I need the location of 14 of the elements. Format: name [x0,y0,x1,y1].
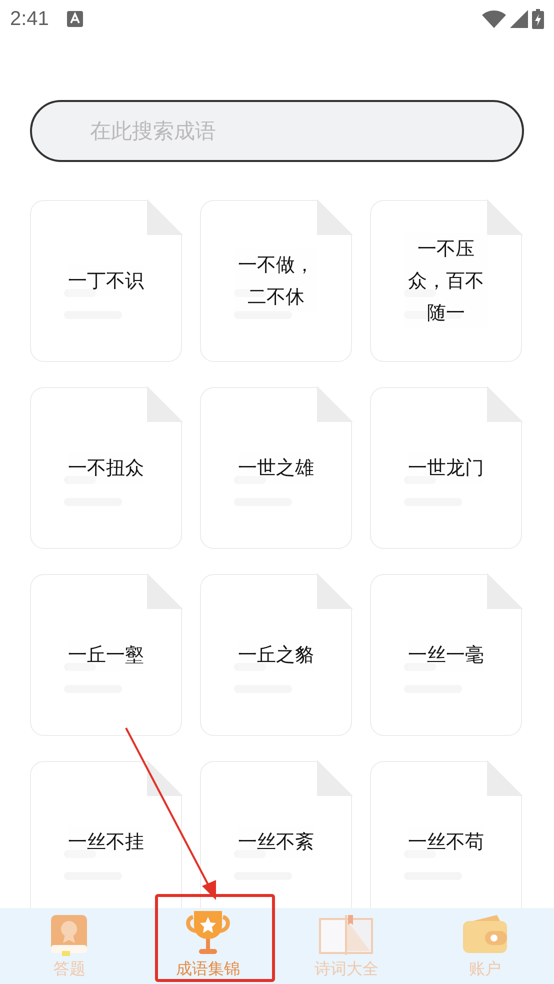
idiom-card[interactable]: 一丘一壑 [30,574,182,736]
idiom-card[interactable]: 一不扭众 [30,387,182,549]
idiom-card[interactable]: 一丝一毫 [370,574,522,736]
idiom-card[interactable]: 一丝不苟 [370,761,522,908]
idiom-card[interactable]: 一世龙门 [370,387,522,549]
idiom-card[interactable]: 一不压众，百不随一 [370,200,522,362]
idiom-card[interactable]: 一丝不挂 [30,761,182,908]
idiom-card[interactable]: 一不做，二不休 [200,200,352,362]
idiom-card[interactable]: 一丘之貉 [200,574,352,736]
search-field[interactable]: 在此搜索成语 [30,100,524,162]
idiom-card[interactable]: 一丝不紊 [200,761,352,908]
status-time: 2:41 [10,8,49,30]
idiom-card[interactable]: 一丁不识 [30,200,182,362]
idiom-card[interactable]: 一世之雄 [200,387,352,549]
